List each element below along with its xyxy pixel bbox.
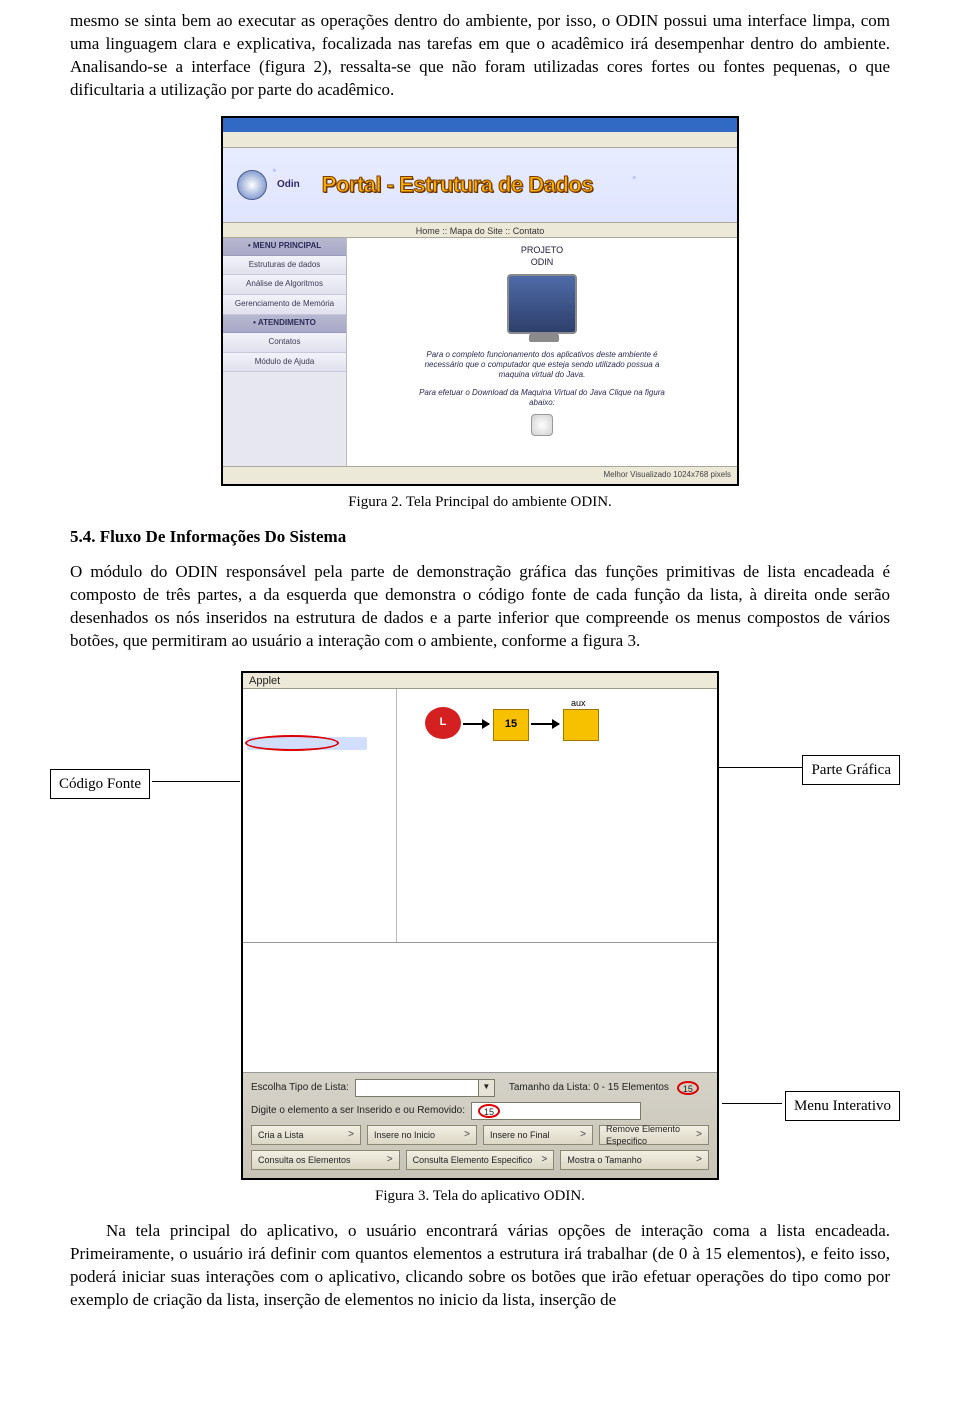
- code-marker-icon: [245, 735, 339, 751]
- sidebar-item[interactable]: Módulo de Ajuda: [223, 353, 346, 373]
- aux-label: aux: [571, 697, 586, 709]
- figure2-screenshot: Odin Portal - Estrutura de Dados Home ::…: [221, 116, 739, 486]
- query-specific-button[interactable]: Consulta Elemento Especifico>: [406, 1150, 555, 1170]
- figure3-applet: Applet no *inserefinal(no *l, int x) { n…: [241, 671, 719, 1180]
- applet-controls: Escolha Tipo de Lista: ▼ Tamanho da List…: [243, 1073, 717, 1178]
- callout-line: [722, 1103, 782, 1104]
- sidebar-item[interactable]: Gerenciamento de Memória: [223, 295, 346, 315]
- chevron-right-icon: >: [696, 1153, 702, 1167]
- arrow-icon: [463, 723, 489, 725]
- code-pane: no *inserefinal(no *l, int x) { no *aux,…: [243, 689, 397, 942]
- java-download-icon[interactable]: [531, 414, 553, 436]
- java-requirement-text: Para o completo funcionamento dos aplica…: [412, 350, 672, 380]
- insert-start-button[interactable]: Insere no Inicio>: [367, 1125, 477, 1145]
- chevron-right-icon: >: [348, 1128, 354, 1142]
- odin-logo-icon: [237, 170, 267, 200]
- figure3-stage: Código Fonte Parte Gráfica Menu Interati…: [70, 671, 890, 1206]
- list-size-label: Tamanho da Lista: 0 - 15 Elementos: [509, 1081, 669, 1095]
- figure2-caption: Figura 2. Tela Principal do ambiente ODI…: [70, 492, 890, 512]
- chevron-right-icon: >: [696, 1128, 702, 1142]
- insert-end-button[interactable]: Insere no Final>: [483, 1125, 593, 1145]
- portal-header: Odin Portal - Estrutura de Dados: [223, 148, 737, 222]
- chevron-right-icon: >: [580, 1128, 586, 1142]
- odin-logo-label: Odin: [277, 178, 300, 192]
- arrow-icon: [531, 723, 559, 725]
- portal-footer: Melhor Visualizado 1024x768 pixels: [223, 466, 737, 484]
- sidebar-item[interactable]: Análise de Algoritmos: [223, 275, 346, 295]
- figure2-container: Odin Portal - Estrutura de Dados Home ::…: [70, 116, 890, 512]
- section-heading-5-4: 5.4. Fluxo De Informações Do Sistema: [70, 526, 890, 549]
- sidebar-item[interactable]: Estruturas de dados: [223, 256, 346, 276]
- callout-parte-grafica: Parte Gráfica: [802, 755, 900, 785]
- show-size-button[interactable]: Mostra o Tamanho>: [560, 1150, 709, 1170]
- chevron-right-icon: >: [542, 1153, 548, 1167]
- list-size-value: 15: [677, 1081, 699, 1095]
- remove-element-button[interactable]: Remove Elemento Especifico>: [599, 1125, 709, 1145]
- sidebar-item[interactable]: Contatos: [223, 333, 346, 353]
- list-head-node: L: [425, 707, 461, 739]
- element-input-label: Digite o elemento a ser Inserido e ou Re…: [251, 1104, 465, 1118]
- section-paragraph: O módulo do ODIN responsável pela parte …: [70, 561, 890, 653]
- callout-menu-interativo: Menu Interativo: [785, 1091, 900, 1121]
- project-label: PROJETO ODIN: [521, 244, 563, 268]
- browser-titlebar: [223, 118, 737, 132]
- closing-paragraph: Na tela principal do aplicativo, o usuár…: [70, 1220, 890, 1312]
- list-aux-node: [563, 709, 599, 741]
- chevron-right-icon: >: [387, 1153, 393, 1167]
- callout-codigo-fonte: Código Fonte: [50, 769, 150, 799]
- applet-titlebar: Applet: [243, 673, 717, 689]
- figure3-caption: Figura 3. Tela do aplicativo ODIN.: [70, 1186, 890, 1206]
- portal-main-pane: PROJETO ODIN Para o completo funcionamen…: [347, 238, 737, 466]
- browser-toolbar: [223, 132, 737, 148]
- graph-pane: L 15 aux: [397, 689, 717, 942]
- list-type-label: Escolha Tipo de Lista:: [251, 1081, 349, 1095]
- sidebar-heading-support: • ATENDIMENTO: [223, 315, 346, 333]
- chevron-down-icon: ▼: [478, 1080, 494, 1096]
- sidebar-heading-main: • MENU PRINCIPAL: [223, 238, 346, 256]
- chevron-right-icon: >: [464, 1128, 470, 1142]
- query-elements-button[interactable]: Consulta os Elementos>: [251, 1150, 400, 1170]
- intro-paragraph: mesmo se sinta bem ao executar as operaç…: [70, 10, 890, 102]
- element-input-value: 15: [478, 1104, 500, 1118]
- list-node: 15: [493, 709, 529, 741]
- portal-title: Portal - Estrutura de Dados: [322, 170, 593, 200]
- monitor-icon: [507, 274, 577, 334]
- breadcrumb: Home :: Mapa do Site :: Contato: [223, 222, 737, 238]
- list-type-select[interactable]: ▼: [355, 1079, 495, 1097]
- create-list-button[interactable]: Cria a Lista>: [251, 1125, 361, 1145]
- sidebar: • MENU PRINCIPAL Estruturas de dados Aná…: [223, 238, 347, 466]
- applet-empty-area: [243, 943, 717, 1073]
- callout-line: [152, 781, 240, 782]
- element-input[interactable]: 15: [471, 1102, 641, 1120]
- callout-line: [706, 767, 802, 768]
- java-download-text: Para efetuar o Download da Maquina Virtu…: [412, 388, 672, 408]
- resolution-hint: Melhor Visualizado 1024x768 pixels: [604, 470, 732, 481]
